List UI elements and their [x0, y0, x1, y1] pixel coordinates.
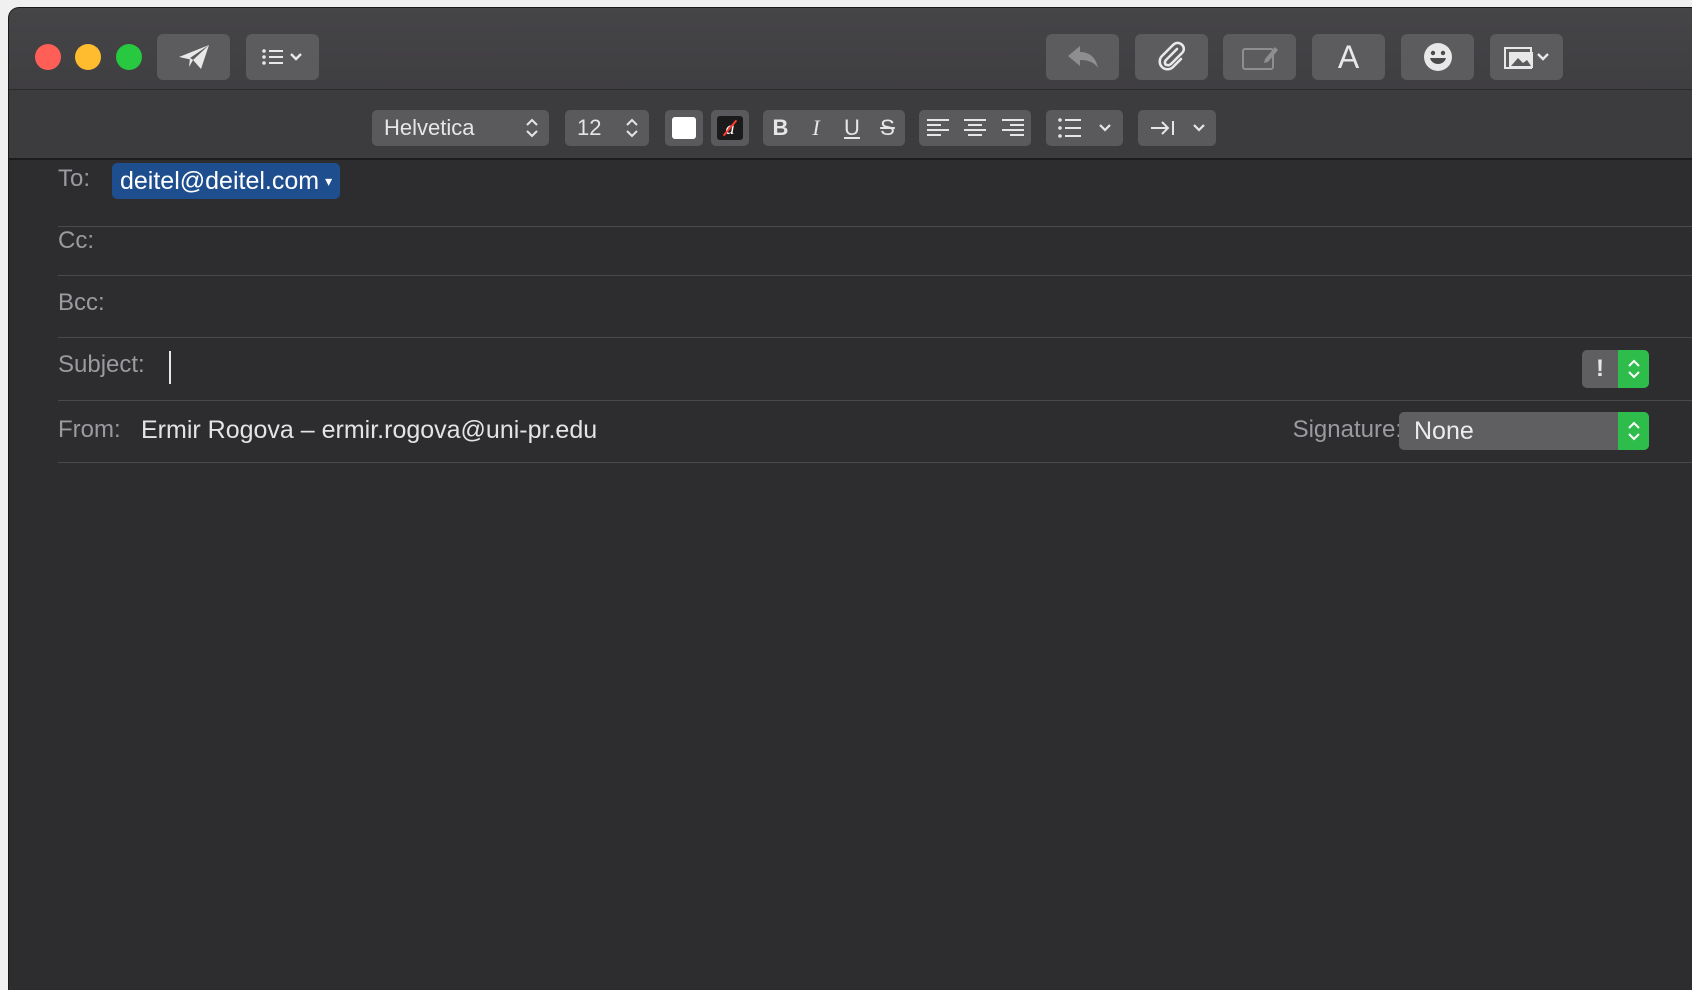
header-fields-menu-button[interactable]: [246, 34, 319, 80]
italic-button[interactable]: I: [798, 110, 834, 146]
photo-browser-button[interactable]: [1490, 34, 1563, 80]
minimize-button[interactable]: [75, 44, 101, 70]
stepper-icon: [526, 118, 538, 138]
reply-button[interactable]: [1046, 34, 1119, 80]
subject-row: Subject: !: [58, 338, 1692, 401]
cc-row[interactable]: Cc:: [58, 214, 1692, 276]
from-account-select[interactable]: Ermir Rogova – ermir.rogova@uni-pr.edu: [141, 416, 597, 445]
chevron-down-icon: ▾: [325, 172, 333, 189]
signature-value: None: [1414, 417, 1474, 445]
list-icon: [261, 49, 302, 65]
underline-button[interactable]: U: [834, 110, 870, 146]
strikethrough-button[interactable]: S: [870, 110, 905, 146]
list-style-menu[interactable]: [1046, 110, 1123, 146]
toolbar: A: [9, 8, 1692, 90]
subject-input[interactable]: [178, 346, 1562, 392]
recipient-address: deitel@deitel.com: [120, 166, 320, 195]
format-bar: Helvetica 12 a B I U S: [9, 90, 1692, 160]
bulleted-list-icon: [1058, 118, 1081, 138]
close-button[interactable]: [35, 44, 61, 70]
font-icon: A: [1337, 38, 1360, 75]
attach-button[interactable]: [1135, 34, 1208, 80]
from-row: From: Ermir Rogova – ermir.rogova@uni-pr…: [58, 401, 1692, 463]
stepper-icon: [1618, 350, 1649, 388]
background-color-button[interactable]: [665, 110, 703, 146]
signature-select[interactable]: None: [1399, 412, 1649, 450]
priority-value: !: [1582, 350, 1618, 388]
smiley-icon: [1423, 43, 1452, 71]
bcc-row[interactable]: Bcc:: [58, 276, 1692, 338]
font-family-select[interactable]: Helvetica: [372, 110, 549, 146]
align-center-icon: [964, 119, 986, 136]
send-button[interactable]: [157, 34, 230, 80]
font-family-value: Helvetica: [384, 115, 475, 140]
markup-button[interactable]: [1223, 34, 1296, 80]
chevron-down-icon: [1193, 124, 1205, 132]
reply-arrow-icon: [1067, 46, 1098, 68]
message-body-editor[interactable]: [9, 464, 1692, 990]
from-label: From:: [58, 416, 121, 443]
zoom-button[interactable]: [116, 44, 142, 70]
align-left-icon: [926, 119, 949, 136]
font-size-value: 12: [577, 115, 602, 140]
text-caret: [169, 351, 171, 384]
align-left-button[interactable]: [919, 110, 956, 146]
text-color-button[interactable]: a: [711, 110, 749, 146]
alignment-segmented-control: [919, 110, 1031, 146]
bcc-label: Bcc:: [58, 289, 105, 316]
align-right-icon: [1001, 119, 1024, 136]
stepper-icon: [1618, 412, 1649, 450]
bold-button[interactable]: B: [763, 110, 798, 146]
priority-select[interactable]: !: [1582, 350, 1649, 388]
signature-label: Signature:: [1292, 416, 1402, 443]
chevron-down-icon: [1099, 124, 1111, 132]
font-size-select[interactable]: 12: [565, 110, 649, 146]
stepper-icon: [626, 118, 638, 138]
text-color-icon: a: [717, 116, 743, 140]
align-center-button[interactable]: [956, 110, 994, 146]
paper-plane-icon: [178, 45, 209, 69]
style-segmented-control: B I U S: [763, 110, 905, 146]
markup-icon: [1241, 47, 1278, 70]
align-right-button[interactable]: [994, 110, 1031, 146]
to-label: To:: [58, 165, 91, 192]
compose-window: A Helvetica 12 B I U S To: deitel@deitel…: [9, 8, 1692, 990]
photo-icon: [1503, 47, 1549, 69]
color-swatch-icon: [672, 117, 696, 139]
paperclip-icon: [1157, 41, 1185, 71]
subject-label: Subject:: [58, 351, 145, 378]
fonts-button[interactable]: A: [1312, 34, 1385, 80]
emoji-button[interactable]: [1401, 34, 1474, 80]
indent-icon: [1151, 121, 1174, 135]
cc-label: Cc:: [58, 227, 94, 254]
recipient-token[interactable]: deitel@deitel.com ▾: [112, 163, 341, 199]
indent-menu[interactable]: [1138, 110, 1216, 146]
